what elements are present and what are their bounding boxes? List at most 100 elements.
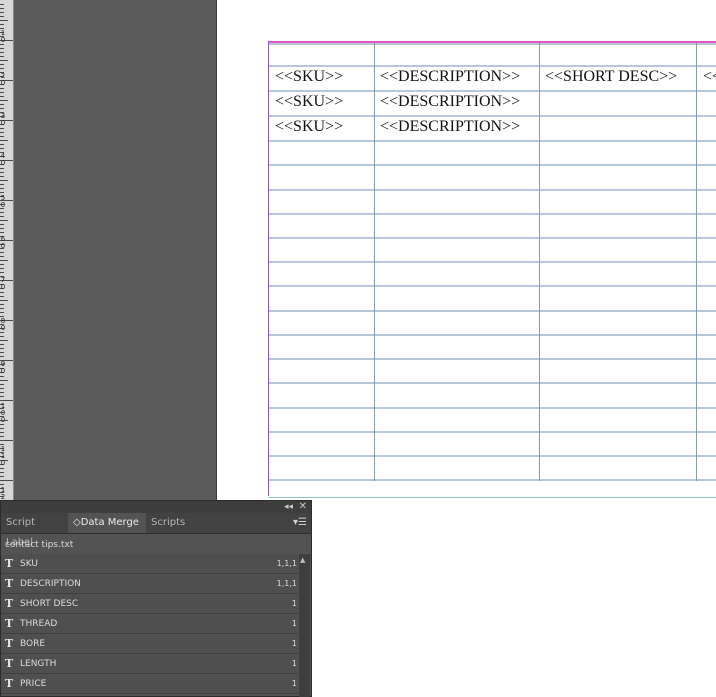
scroll-up-arrow-icon[interactable]: ▲ bbox=[300, 556, 305, 564]
ruler-label: 5 0 bbox=[0, 194, 6, 209]
ruler-tick bbox=[0, 24, 4, 25]
text-field-icon: T bbox=[5, 677, 14, 690]
ruler-tick bbox=[0, 148, 4, 149]
tab-scripts[interactable]: Scripts bbox=[146, 513, 194, 533]
ruler-tick bbox=[0, 252, 4, 253]
field-list-item[interactable]: T THREAD 1 bbox=[1, 614, 298, 634]
ruler-tick bbox=[0, 304, 4, 305]
table-row-line bbox=[269, 164, 716, 166]
ruler-tick bbox=[0, 4, 4, 5]
table-row-line bbox=[269, 407, 716, 409]
ruler-tick bbox=[0, 432, 4, 433]
double-chevron-left-icon[interactable]: ◂◂ bbox=[284, 501, 293, 513]
ruler-tick bbox=[0, 60, 8, 61]
ruler-label: 8 0 bbox=[0, 317, 6, 332]
field-name: LENGTH bbox=[20, 659, 57, 669]
tab-label: ◇Data Merge bbox=[73, 517, 139, 528]
ruler-tick bbox=[0, 440, 13, 441]
ruler-tick bbox=[0, 228, 4, 229]
field-list-item[interactable]: T PRICE 1 bbox=[1, 674, 298, 694]
ruler-tick bbox=[0, 476, 4, 477]
panel-title-bar[interactable]: ◂◂ ✕ bbox=[1, 501, 311, 513]
table-row-line bbox=[269, 310, 716, 312]
field-list-item[interactable]: T DESCRIPTION 1,1,1 bbox=[1, 574, 298, 594]
ruler-tick bbox=[0, 256, 4, 257]
ruler-tick bbox=[0, 376, 4, 377]
ruler-label: 1 0 0 bbox=[0, 402, 6, 424]
ruler-tick bbox=[0, 180, 8, 181]
panel-menu-icon[interactable]: ▾☰ bbox=[293, 517, 307, 529]
field-page-refs: 1 bbox=[291, 679, 297, 688]
ruler-label: 2 0 bbox=[0, 72, 6, 87]
field-list-scrollbar[interactable]: ▲ bbox=[299, 554, 310, 697]
merge-table[interactable]: <<SKU>> <<DESCRIPTION>> <<SHORT DESC>> << <<… bbox=[269, 43, 716, 481]
ruler-tick bbox=[0, 104, 4, 105]
table-cell-placeholder[interactable]: <<SKU>> bbox=[275, 93, 343, 111]
tab-script-label[interactable]: Script Label bbox=[1, 513, 68, 548]
ruler-tick bbox=[0, 468, 4, 469]
ruler-label: 1 1 0 bbox=[0, 445, 6, 467]
close-icon[interactable]: ✕ bbox=[299, 501, 307, 513]
ruler-tick bbox=[0, 436, 4, 437]
field-name: SKU bbox=[20, 559, 38, 569]
ruler-tick bbox=[0, 100, 8, 101]
field-list-item[interactable]: T SHORT DESC 1 bbox=[1, 594, 298, 614]
field-list-item[interactable]: T BORE 1 bbox=[1, 634, 298, 654]
field-list-item[interactable]: T SKU 1,1,1 bbox=[1, 554, 298, 574]
ruler-tick bbox=[0, 308, 4, 309]
text-field-icon: T bbox=[5, 617, 14, 630]
table-row-line bbox=[269, 213, 716, 215]
ruler-tick bbox=[0, 92, 4, 93]
ruler-tick bbox=[0, 296, 4, 297]
ruler-tick bbox=[0, 480, 13, 481]
table-cell-placeholder[interactable]: <<SKU>> bbox=[275, 68, 343, 86]
ruler-tick bbox=[0, 192, 4, 193]
ruler-tick bbox=[0, 380, 8, 381]
field-name: BORE bbox=[20, 639, 46, 649]
table-row-line bbox=[269, 237, 716, 239]
ruler-label: 1 2 bbox=[0, 486, 6, 501]
ruler-tick bbox=[0, 340, 8, 341]
table-cell-placeholder[interactable]: <<SKU>> bbox=[275, 118, 343, 136]
field-name: THREAD bbox=[20, 619, 58, 629]
table-cell-placeholder[interactable]: <<DESCRIPTION>> bbox=[380, 118, 520, 136]
ruler-tick bbox=[0, 268, 4, 269]
table-column-line bbox=[374, 43, 375, 481]
ruler-tick bbox=[0, 336, 4, 337]
ruler-tick bbox=[0, 16, 4, 17]
ruler-tick bbox=[0, 48, 4, 49]
text-field-icon: T bbox=[5, 557, 14, 570]
ruler-label: 9 0 bbox=[0, 360, 6, 375]
vertical-ruler[interactable]: 1 0 2 0 3 0 4 0 5 0 6 0 7 0 8 0 9 0 1 0 0 1 1 0 1 2 bbox=[0, 0, 14, 500]
field-name: PRICE bbox=[20, 679, 47, 689]
ruler-tick bbox=[0, 384, 4, 385]
table-row-line bbox=[269, 65, 716, 67]
data-source-filename: contact tips.txt bbox=[5, 540, 74, 550]
ruler-tick bbox=[0, 424, 4, 425]
field-page-refs: 1,1,1 bbox=[276, 579, 297, 588]
ruler-tick bbox=[0, 168, 4, 169]
ruler-tick bbox=[0, 52, 4, 53]
ruler-tick bbox=[0, 68, 4, 69]
ruler-tick bbox=[0, 224, 4, 225]
ruler-tick bbox=[0, 388, 4, 389]
ruler-tick bbox=[0, 212, 4, 213]
table-cell-placeholder[interactable]: << bbox=[703, 68, 716, 86]
ruler-label: 4 0 bbox=[0, 152, 6, 167]
table-cell-placeholder[interactable]: <<DESCRIPTION>> bbox=[380, 68, 520, 86]
ruler-tick bbox=[0, 136, 4, 137]
ruler-tick bbox=[0, 216, 4, 217]
table-row-line bbox=[269, 358, 716, 360]
ruler-tick bbox=[0, 188, 4, 189]
ruler-tick bbox=[0, 484, 4, 485]
text-field-icon: T bbox=[5, 597, 14, 610]
table-column-line bbox=[696, 43, 697, 481]
ruler-tick bbox=[0, 220, 8, 221]
tab-data-merge[interactable]: ◇Data Merge bbox=[68, 513, 146, 533]
table-row-line bbox=[269, 382, 716, 384]
table-cell-placeholder[interactable]: <<DESCRIPTION>> bbox=[380, 93, 520, 111]
table-cell-placeholder[interactable]: <<SHORT DESC>> bbox=[545, 68, 677, 86]
ruler-tick bbox=[0, 64, 4, 65]
data-merge-panel: ◂◂ ✕ Script Label ◇Data Merge Scripts ▾☰… bbox=[0, 500, 312, 697]
field-list-item[interactable]: T LENGTH 1 bbox=[1, 654, 298, 674]
